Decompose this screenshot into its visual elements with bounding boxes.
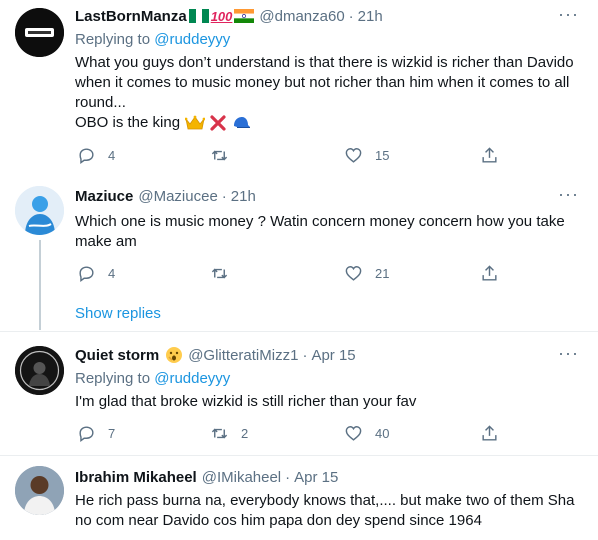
more-options-icon[interactable]: ··· [558, 5, 578, 28]
tweet-actions: 4 15 [75, 145, 515, 165]
display-name[interactable]: Ibrahim Mikaheel [75, 469, 197, 486]
text-line: He rich pass burna na, everybody knows t… [75, 492, 575, 509]
hushed-face-icon [165, 346, 183, 364]
display-name[interactable]: LastBornManza [75, 8, 187, 25]
replying-prefix: Replying to [75, 370, 151, 387]
share-button[interactable] [480, 263, 499, 283]
reply-icon [79, 425, 94, 442]
thread-line [39, 240, 41, 330]
text-line: What you guys don’t understand is that t… [75, 54, 574, 71]
tweet-lastbornmanza[interactable]: LastBornManza 100 @dmanza60 · 21h ··· Re… [0, 0, 598, 170]
avatar-image [15, 186, 64, 235]
display-name[interactable]: Quiet storm [75, 347, 159, 364]
text-line: Which one is music money ? Watin concern… [75, 213, 565, 230]
avatar-image [15, 8, 64, 57]
timestamp[interactable]: Apr 15 [311, 347, 355, 364]
tweet-header: Maziuce @Maziucee · 21h [75, 186, 256, 206]
replying-prefix: Replying to [75, 31, 151, 48]
retweet-icon [211, 428, 228, 438]
dot-separator: · [348, 7, 354, 25]
reply-icon [79, 147, 94, 164]
text-line: OBO is the king [75, 114, 181, 131]
tweet-header: Ibrahim Mikaheel @IMikaheel · Apr 15 [75, 467, 338, 487]
timestamp[interactable]: 21h [358, 8, 383, 25]
separator [0, 331, 598, 332]
retweet-button[interactable] [210, 263, 241, 283]
tweet-text: He rich pass burna na, everybody knows t… [75, 491, 585, 531]
reply-button[interactable]: 7 [77, 423, 115, 443]
avatar-image [15, 466, 64, 515]
tweet-header: Quiet storm @GlitteratiMizz1 · Apr 15 [75, 345, 356, 365]
handle[interactable]: @Maziucee [138, 188, 217, 205]
share-button[interactable] [480, 145, 499, 165]
share-icon [482, 424, 497, 441]
india-flag-icon [234, 9, 255, 23]
tweet-ibrahim-mikaheel[interactable]: Ibrahim Mikaheel @IMikaheel · Apr 15 He … [0, 458, 598, 540]
handle[interactable]: @GlitteratiMizz1 [188, 347, 298, 364]
hundred-points-icon: 100 [210, 8, 233, 24]
retweet-button[interactable] [210, 145, 241, 165]
text-line: round... [75, 94, 126, 111]
avatar[interactable] [15, 8, 64, 57]
show-replies-link[interactable]: Show replies [75, 305, 161, 322]
like-button[interactable]: 21 [344, 263, 389, 283]
mention-link[interactable]: @ruddeyyy [154, 370, 230, 387]
reply-button[interactable]: 4 [77, 145, 115, 165]
avatar[interactable] [15, 466, 64, 515]
tweet-text: Which one is music money ? Watin concern… [75, 212, 585, 252]
separator [0, 455, 598, 456]
retweet-icon [211, 150, 228, 160]
timestamp[interactable]: Apr 15 [294, 469, 338, 486]
replying-to: Replying to @ruddeyyy [75, 31, 230, 48]
heart-icon [345, 265, 362, 281]
reply-count: 7 [108, 425, 116, 441]
reply-count: 4 [108, 265, 116, 281]
reply-count: 4 [108, 147, 116, 163]
like-count: 15 [375, 147, 390, 163]
handle[interactable]: @IMikaheel [202, 469, 281, 486]
retweet-button[interactable]: 2 [210, 423, 248, 443]
like-count: 21 [375, 265, 390, 281]
dot-separator: · [221, 187, 227, 205]
retweet-icon [211, 268, 228, 278]
like-button[interactable]: 40 [344, 423, 389, 443]
handle[interactable]: @dmanza60 [259, 8, 344, 25]
display-name[interactable]: Maziuce [75, 188, 133, 205]
tweet-text: What you guys don’t understand is that t… [75, 53, 585, 133]
share-icon [482, 146, 497, 163]
nigeria-flag-icon [188, 9, 209, 23]
reply-button[interactable]: 4 [77, 263, 115, 283]
dot-separator: · [285, 468, 291, 486]
dot-separator: · [302, 346, 308, 364]
tweet-maziuce[interactable]: Maziuce @Maziucee · 21h ··· Which one is… [0, 180, 598, 330]
tweet-actions: 7 2 40 [75, 423, 515, 443]
share-icon [482, 264, 497, 281]
heart-icon [345, 147, 362, 163]
crown-icon [185, 115, 206, 131]
avatar[interactable] [15, 186, 64, 235]
like-count: 40 [375, 425, 390, 441]
more-options-icon[interactable]: ··· [558, 185, 578, 208]
text-line: when it comes to music money but not ric… [75, 74, 570, 91]
share-button[interactable] [480, 423, 499, 443]
text-line: no com near Davido cos him papa don dey … [75, 512, 482, 529]
replying-to: Replying to @ruddeyyy [75, 370, 230, 387]
tweet-actions: 4 21 [75, 263, 515, 283]
retweet-count: 2 [241, 425, 249, 441]
billed-cap-icon [231, 115, 251, 131]
reply-icon [79, 265, 94, 282]
timestamp[interactable]: 21h [231, 188, 256, 205]
more-options-icon[interactable]: ··· [558, 344, 578, 367]
tweet-header: LastBornManza 100 @dmanza60 · 21h [75, 6, 383, 26]
tweet-quiet-storm[interactable]: Quiet storm @GlitteratiMizz1 · Apr 15 ··… [0, 338, 598, 458]
tweet-text: I'm glad that broke wizkid is still rich… [75, 392, 585, 412]
avatar[interactable] [15, 346, 64, 395]
avatar-image [15, 346, 64, 395]
text-line: make am [75, 233, 137, 250]
text-line: I'm glad that broke wizkid is still rich… [75, 393, 417, 410]
cross-mark-icon [209, 114, 227, 132]
like-button[interactable]: 15 [344, 145, 389, 165]
heart-icon [345, 425, 362, 441]
mention-link[interactable]: @ruddeyyy [154, 31, 230, 48]
